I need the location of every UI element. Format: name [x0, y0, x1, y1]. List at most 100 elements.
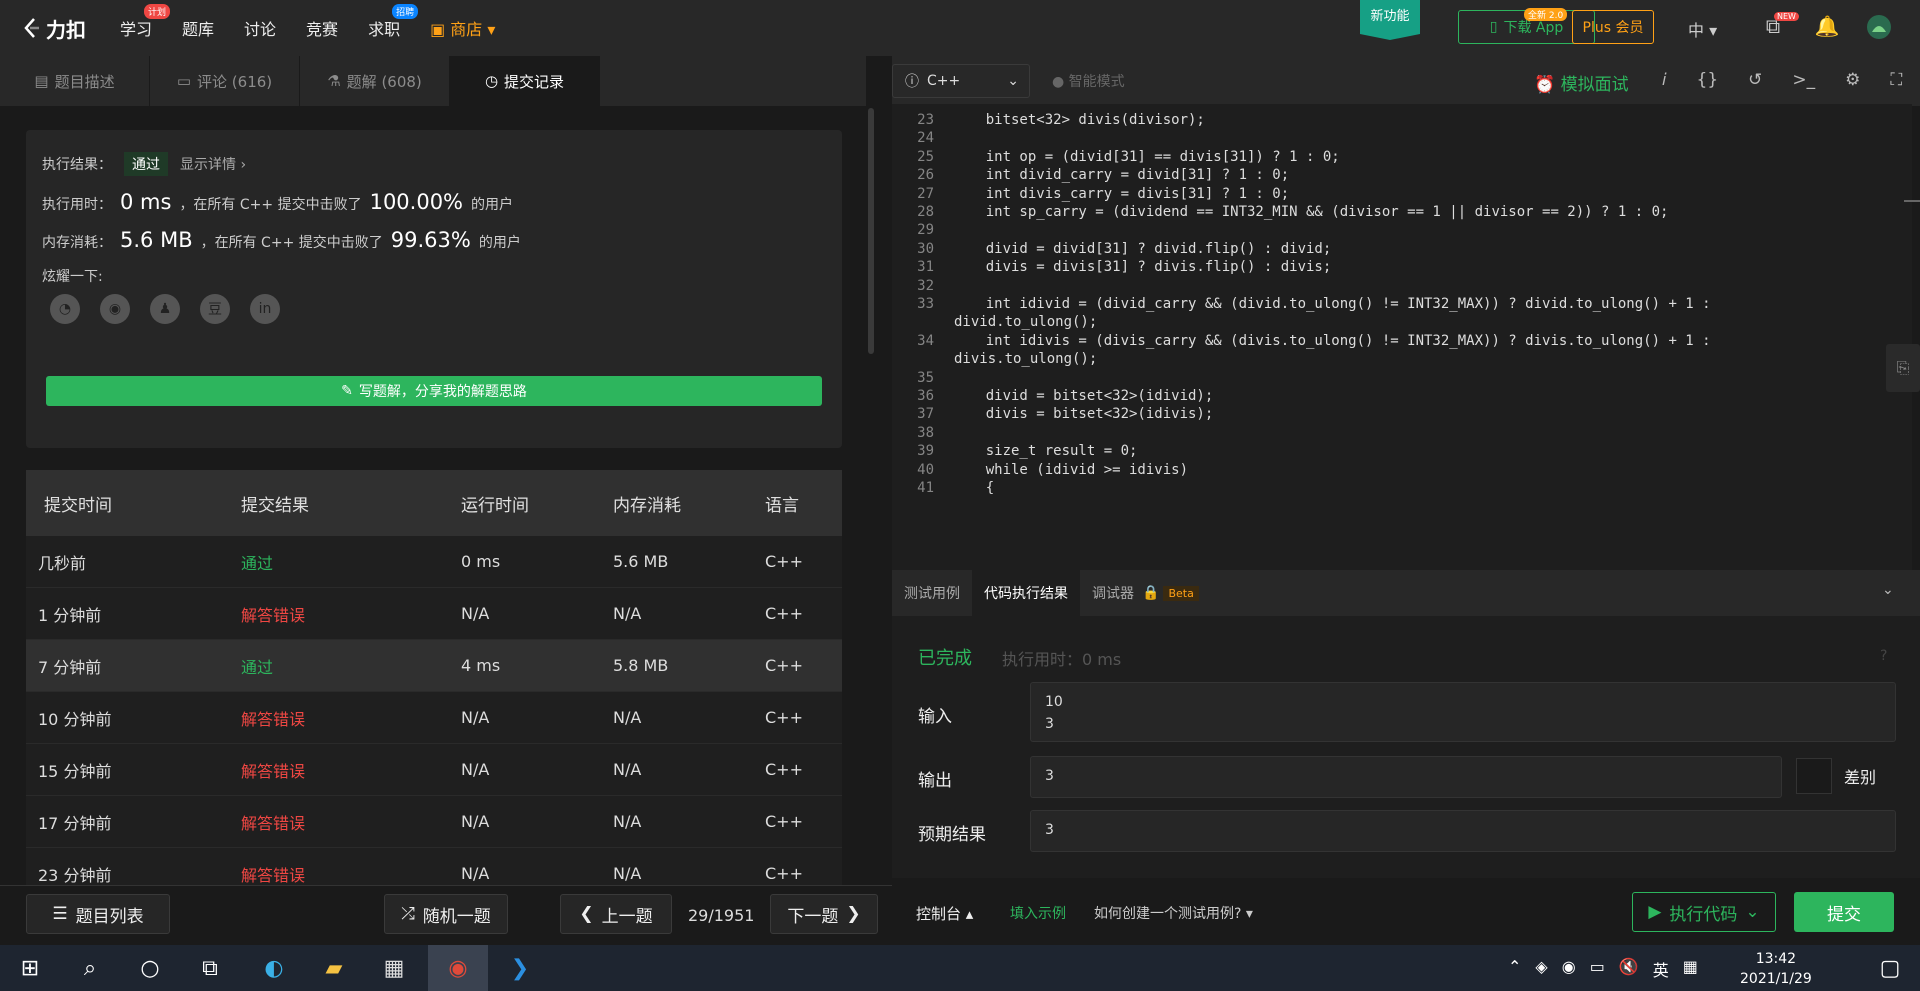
memory-mid-text: ，在所有 C++ 提交中击败了 [200, 235, 383, 251]
settings-icon[interactable]: ⚙ [1845, 70, 1860, 90]
runtime-label: 执行用时： [42, 197, 112, 213]
store-app-icon[interactable]: ▦ [364, 945, 424, 991]
search-icon[interactable]: ⌕ [60, 945, 120, 991]
mute-icon[interactable]: 🔇 [1619, 957, 1639, 981]
weibo-icon[interactable]: ◉ [100, 294, 130, 324]
cell-result[interactable]: 通过 [241, 550, 461, 574]
top-nav: 力扣 学习 计划 题库 讨论 竞赛 求职 招聘 ▣ 商店 ▾ 新功能 ▯ 下载 App… [0, 0, 1920, 56]
nav-contest[interactable]: 竞赛 [306, 16, 338, 40]
header-result[interactable]: 提交结果 [241, 491, 461, 516]
tab-solutions[interactable]: ⚗ 题解 (608) [300, 56, 450, 106]
nav-problems[interactable]: 题库 [182, 16, 214, 40]
tab-testcase[interactable]: 测试用例 [892, 570, 972, 616]
memory-suffix: 的用户 [478, 235, 521, 251]
fill-example-link[interactable]: 填入示例 [1010, 903, 1066, 923]
header-time[interactable]: 提交时间 [26, 491, 241, 516]
next-problem-button[interactable]: 下一题 ❯ [770, 894, 878, 934]
console-toggle[interactable]: 控制台 ▴ [916, 903, 973, 924]
table-row[interactable]: 17 分钟前 解答错误 N/A N/A C++ [26, 796, 842, 848]
table-row[interactable]: 1 分钟前 解答错误 N/A N/A C++ [26, 588, 842, 640]
doc-icon: ▤ [34, 72, 49, 90]
leetcode-logo-icon [24, 18, 39, 38]
cortana-icon[interactable]: ○ [120, 945, 180, 991]
ime-grid-icon[interactable]: ▦ [1683, 957, 1698, 981]
clock[interactable]: 13:42 2021/1/29 [1740, 949, 1812, 989]
table-row[interactable]: 7 分钟前 通过 4 ms 5.8 MB C++ [26, 640, 842, 692]
wechat-icon[interactable]: ◔ [50, 294, 80, 324]
chrome-icon[interactable]: ◉ [428, 945, 488, 991]
output-label: 输出 [918, 771, 952, 791]
tray-network-app-icon[interactable]: ◉ [1562, 957, 1576, 981]
cell-result[interactable]: 解答错误 [241, 862, 461, 886]
cell-result[interactable]: 解答错误 [241, 706, 461, 730]
battery-icon[interactable]: ▭ [1590, 957, 1605, 981]
help-icon[interactable]: ? [1880, 648, 1887, 664]
logo[interactable]: 力扣 [22, 14, 86, 43]
tray-chevron-icon[interactable]: ⌃ [1508, 957, 1521, 981]
terminal-icon[interactable]: >_ [1792, 70, 1815, 90]
console-label: 控制台 [916, 905, 962, 923]
code-editor[interactable]: 23 bitset<32> divis(divisor); 24 25 int op… [892, 104, 1912, 570]
collapse-icon[interactable]: ⌄ [1882, 582, 1894, 598]
random-problem-button[interactable]: ⤮ 随机一题 [384, 894, 508, 934]
submit-button[interactable]: 提交 [1794, 892, 1894, 932]
nav-discuss[interactable]: 讨论 [244, 16, 276, 40]
cell-runtime: N/A [461, 812, 490, 831]
ime-indicator[interactable]: 英 [1653, 957, 1669, 981]
run-code-button[interactable]: ▶ 执行代码 ⌄ [1632, 892, 1776, 932]
line-number: 37 [917, 406, 934, 423]
tab-solutions-label: 题解 (608) [346, 72, 422, 91]
tab-submissions[interactable]: ◷ 提交记录 [450, 56, 600, 106]
smart-mode-toggle[interactable]: ● 智能模式 [1052, 71, 1125, 91]
cell-result[interactable]: 解答错误 [241, 810, 461, 834]
header-memory[interactable]: 内存消耗 [613, 491, 765, 516]
bell-icon[interactable]: 🔔 [1814, 14, 1840, 40]
copy-icon[interactable]: ⎘ [1886, 344, 1920, 392]
prev-problem-button[interactable]: ❮ 上一题 [560, 894, 672, 934]
left-scrollbar[interactable] [868, 108, 874, 354]
avatar[interactable] [1866, 14, 1892, 40]
language-switch[interactable]: 中 ▾ [1688, 17, 1717, 41]
header-runtime[interactable]: 运行时间 [461, 491, 613, 516]
nav-learn[interactable]: 学习 计划 [120, 4, 171, 40]
write-solution-button[interactable]: ✎ 写题解，分享我的解题思路 [46, 376, 822, 406]
cell-result[interactable]: 通过 [241, 654, 461, 678]
tab-description[interactable]: ▤ 题目描述 [0, 56, 150, 106]
nav-jobs[interactable]: 求职 招聘 [368, 4, 419, 40]
nav-store[interactable]: ▣ 商店 ▾ [430, 16, 495, 40]
cell-language: C++ [765, 760, 803, 779]
how-to-testcase[interactable]: 如何创建一个测试用例? ▾ [1094, 903, 1253, 923]
cell-result[interactable]: 解答错误 [241, 758, 461, 782]
windows-start-icon[interactable]: ⊞ [0, 945, 60, 991]
tab-debugger[interactable]: 调试器 🔒 Beta [1080, 570, 1211, 616]
tab-comments[interactable]: ▭ 评论 (616) [150, 56, 300, 106]
line-number: 32 [917, 277, 934, 294]
diff-checkbox[interactable] [1796, 758, 1832, 794]
file-explorer-icon[interactable]: ▰ [304, 945, 364, 991]
edge-icon[interactable]: ◐ [244, 945, 304, 991]
table-row[interactable]: 几秒前 通过 0 ms 5.6 MB C++ [26, 536, 842, 588]
table-row[interactable]: 10 分钟前 解答错误 N/A N/A C++ [26, 692, 842, 744]
vscode-icon[interactable]: ❯ [490, 945, 550, 991]
info-italic-icon[interactable]: 𝑖 [1662, 70, 1667, 90]
tab-run-result[interactable]: 代码执行结果 [972, 570, 1080, 616]
tray-app-icon[interactable]: ◈ [1535, 957, 1547, 981]
language-select[interactable]: ⓘ C++ ⌄ [892, 64, 1030, 98]
mock-interview-button[interactable]: ⏰ 模拟面试 [1534, 70, 1629, 95]
plus-member-button[interactable]: Plus 会员 [1572, 10, 1654, 44]
diff-toggle[interactable]: 差别 [1796, 756, 1896, 796]
reset-icon[interactable]: ↺ [1748, 70, 1762, 90]
fullscreen-icon[interactable]: ⛶ [1890, 70, 1902, 90]
notification-icon[interactable]: ▢ [1860, 945, 1920, 991]
new-feature-ribbon[interactable]: 新功能 [1360, 0, 1420, 40]
task-view-icon[interactable]: ⧉ [180, 945, 240, 991]
header-language[interactable]: 语言 [765, 491, 842, 516]
douban-icon[interactable]: 豆 [200, 294, 230, 324]
braces-icon[interactable]: {} [1697, 70, 1719, 90]
table-row[interactable]: 15 分钟前 解答错误 N/A N/A C++ [26, 744, 842, 796]
problem-list-button[interactable]: ☰ 题目列表 [26, 894, 170, 934]
show-details-link[interactable]: 显示详情 › [180, 154, 246, 174]
cell-result[interactable]: 解答错误 [241, 602, 461, 626]
linkedin-icon[interactable]: in [250, 294, 280, 324]
qq-icon[interactable]: ♟ [150, 294, 180, 324]
